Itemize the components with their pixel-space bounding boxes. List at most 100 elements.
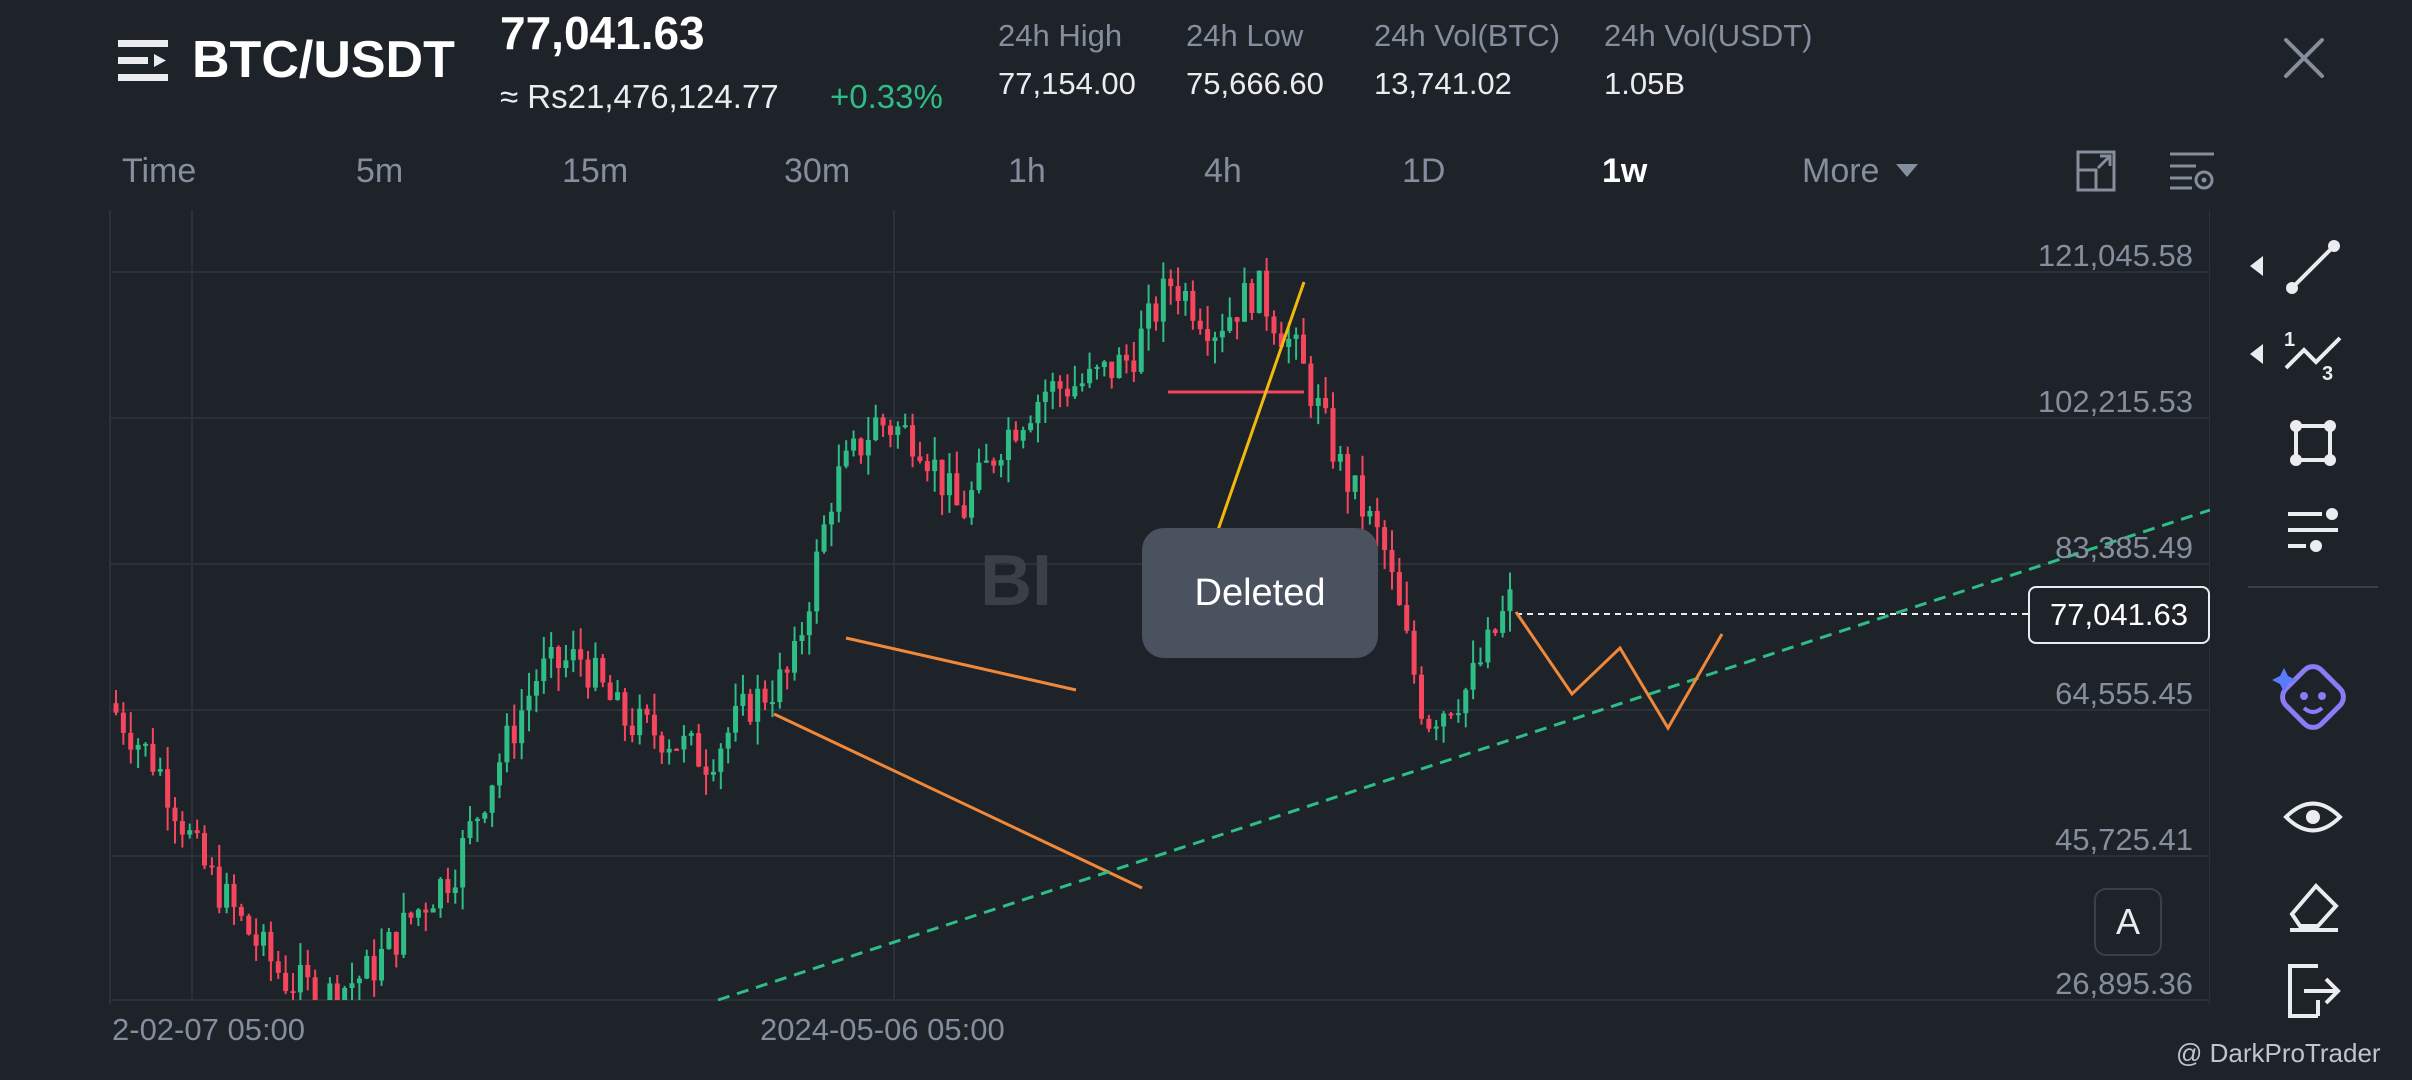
candle-body <box>179 821 185 835</box>
magnet-ai-icon[interactable] <box>2268 652 2358 742</box>
candle-body <box>1382 527 1388 551</box>
timeframe-1w[interactable]: 1w <box>1602 152 1647 191</box>
candle-body <box>880 417 886 426</box>
candle-body <box>482 812 488 819</box>
candle-body <box>327 983 333 1000</box>
candle-body <box>1359 475 1365 517</box>
exit-icon[interactable] <box>2282 960 2344 1022</box>
candle-body <box>1433 726 1439 729</box>
candle-body <box>740 693 746 706</box>
candle-body <box>976 462 982 491</box>
trend-line-icon[interactable] <box>2282 236 2344 298</box>
candle-body <box>312 977 318 1000</box>
candle-body <box>814 551 820 612</box>
candle-body <box>637 708 643 736</box>
candle-body <box>165 769 171 808</box>
candle-body <box>120 712 126 733</box>
candle-body <box>393 931 399 955</box>
candle-body <box>423 909 429 913</box>
candle-body <box>843 450 849 467</box>
parallel-lines-icon[interactable] <box>2282 498 2344 560</box>
candle-body <box>725 732 731 749</box>
candle-body <box>1374 510 1380 528</box>
candle-body <box>283 972 289 992</box>
expand-caret-icon[interactable] <box>2250 344 2263 364</box>
svg-text:1: 1 <box>2284 329 2295 351</box>
candle-body <box>836 466 842 512</box>
price-axis-label: 83,385.49 <box>2055 530 2193 565</box>
candle-body <box>1477 662 1483 665</box>
candle-body <box>519 710 525 744</box>
timeframe-30m[interactable]: 30m <box>784 152 850 191</box>
candle-body <box>143 743 149 746</box>
candlestick-chart[interactable] <box>0 205 2210 1005</box>
candle-body <box>1241 283 1247 322</box>
candle-body <box>1500 611 1506 633</box>
candle-body <box>1050 381 1056 392</box>
candle-body <box>961 505 967 518</box>
candle-body <box>157 769 163 772</box>
timeframe-5m[interactable]: 5m <box>356 152 403 191</box>
candle-body <box>932 459 938 472</box>
timeframe-15m[interactable]: 15m <box>562 152 628 191</box>
candle-body <box>290 991 296 994</box>
candle-body <box>924 461 930 472</box>
trading-pair-title[interactable]: BTC/USDT <box>192 30 455 90</box>
price-axis-label: 64,555.45 <box>2055 676 2193 711</box>
candle-body <box>703 766 709 775</box>
timeframe-1d[interactable]: 1D <box>1402 152 1445 191</box>
toolbar-divider <box>2248 586 2378 588</box>
price-axis-label: 121,045.58 <box>2037 238 2193 273</box>
candle-body <box>563 660 569 669</box>
candle-body <box>1271 316 1277 334</box>
candle-body <box>1337 453 1343 462</box>
dashed-support-trendline <box>717 508 2210 1002</box>
rectangle-icon[interactable] <box>2282 412 2344 474</box>
candle-body <box>238 907 244 916</box>
candle-body <box>1160 278 1166 322</box>
candle-body <box>688 733 694 736</box>
candle-body <box>1057 381 1063 389</box>
candle-body <box>784 669 790 673</box>
candle-body <box>747 693 753 722</box>
candle-body <box>246 915 252 935</box>
fibonacci-icon[interactable]: 1 3 <box>2282 324 2344 386</box>
candle-body <box>1411 630 1417 675</box>
candle-body <box>556 647 562 669</box>
candle-body <box>710 771 716 775</box>
expand-caret-icon[interactable] <box>2250 256 2263 276</box>
chart-drawings[interactable] <box>717 281 2210 1002</box>
candle-body <box>969 490 975 518</box>
candle-body <box>150 743 156 772</box>
candle-body <box>1455 713 1461 716</box>
candle-body <box>135 744 141 750</box>
eraser-icon[interactable] <box>2282 874 2344 936</box>
date-axis-label: 2024-05-06 05:00 <box>760 1012 1005 1047</box>
list-menu-icon[interactable] <box>118 38 170 84</box>
timeframe-1h[interactable]: 1h <box>1008 152 1046 191</box>
timeframe-more[interactable]: More <box>1802 152 1879 191</box>
close-icon[interactable] <box>2280 34 2328 82</box>
eye-icon[interactable] <box>2282 786 2344 848</box>
auto-scale-button[interactable]: A <box>2094 888 2162 956</box>
candle-body <box>349 983 355 988</box>
candle-body <box>1079 383 1085 387</box>
candle-body <box>858 438 864 456</box>
candle-body <box>1507 589 1513 612</box>
fullscreen-chart-icon[interactable] <box>2076 150 2116 192</box>
price-axis-label: 26,895.36 <box>2055 966 2193 1001</box>
candle-body <box>799 635 805 641</box>
candle-body <box>1234 317 1240 322</box>
candle-body <box>1013 429 1019 441</box>
candle-body <box>297 964 303 993</box>
chart-settings-icon[interactable] <box>2168 150 2216 192</box>
candle-body <box>777 669 783 703</box>
timeframe-time[interactable]: Time <box>122 152 196 191</box>
timeframe-4h[interactable]: 4h <box>1204 152 1242 191</box>
candle-body <box>917 456 923 462</box>
date-axis-label: 2-02-07 05:00 <box>112 1012 306 1047</box>
candle-body <box>733 705 739 733</box>
candle-body <box>865 440 871 456</box>
candle-body <box>644 708 650 715</box>
candle-body <box>511 725 517 744</box>
